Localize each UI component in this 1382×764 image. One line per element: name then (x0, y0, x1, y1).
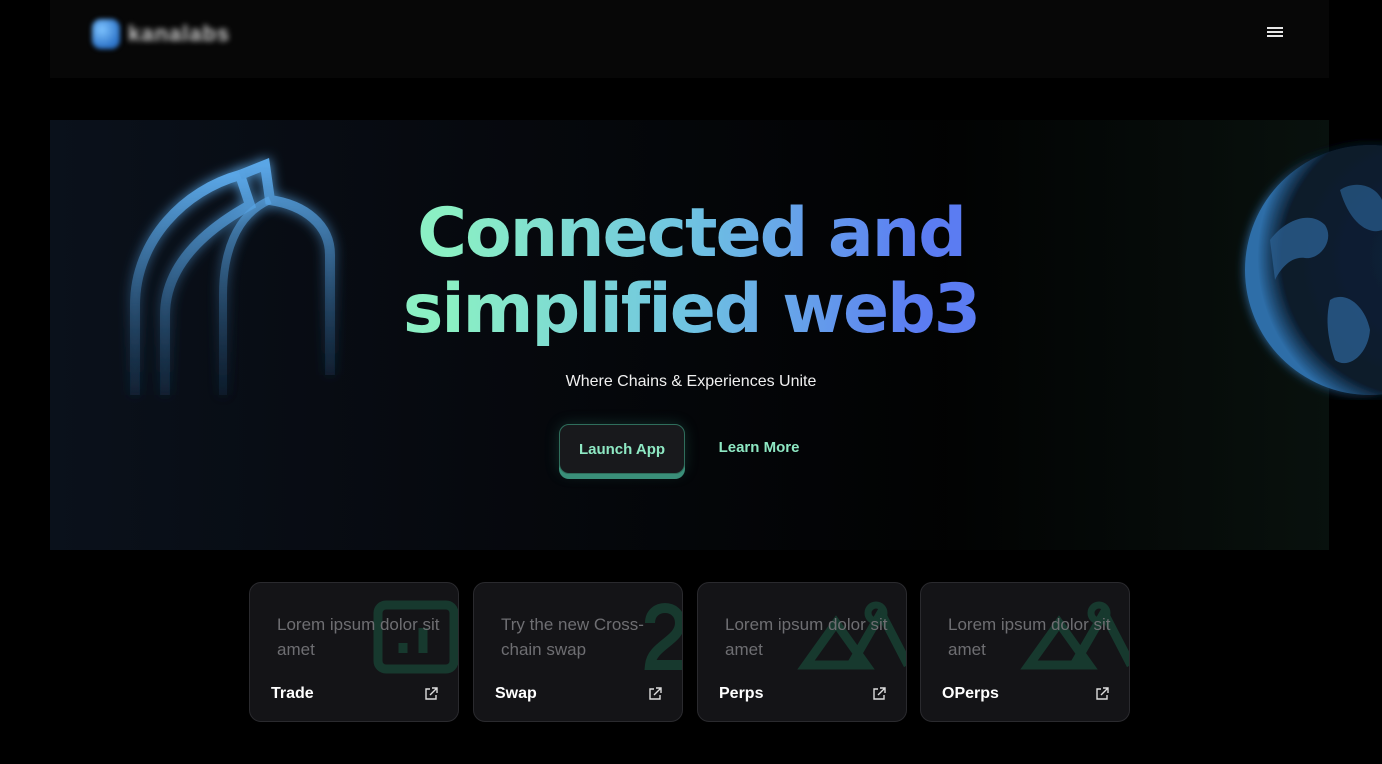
headline-line-2: simplified web3 (391, 272, 991, 348)
hamburger-menu-icon[interactable] (1267, 27, 1283, 39)
card-operps[interactable]: Lorem ipsum dolor sit amet OPerps (920, 582, 1130, 722)
card-title: Trade (271, 685, 314, 702)
card-swap[interactable]: Try the new Cross-chain swap Swap (473, 582, 683, 722)
logo-icon[interactable] (92, 19, 120, 49)
globe-illustration (1245, 145, 1382, 395)
card-trade[interactable]: Lorem ipsum dolor sit amet Trade (249, 582, 459, 722)
card-description: Lorem ipsum dolor sit amet (948, 615, 1111, 659)
external-link-icon[interactable] (872, 687, 886, 701)
logo-text[interactable]: kanalabs (128, 22, 230, 46)
card-title: Swap (495, 685, 537, 702)
launch-app-button[interactable]: Launch App (559, 424, 685, 474)
card-perps[interactable]: Lorem ipsum dolor sit amet Perps (697, 582, 907, 722)
card-description: Lorem ipsum dolor sit amet (277, 615, 440, 659)
learn-more-link[interactable]: Learn More (711, 439, 807, 456)
external-link-icon[interactable] (424, 687, 438, 701)
card-title: OPerps (942, 685, 999, 702)
top-navbar (50, 0, 1329, 78)
card-description: Try the new Cross-chain swap (501, 615, 644, 659)
hero-subtitle: Where Chains & Experiences Unite (565, 373, 817, 390)
headline-line-1: Connected and (391, 196, 991, 272)
card-title: Perps (719, 685, 764, 702)
card-description: Lorem ipsum dolor sit amet (725, 615, 888, 659)
hero-headline: Connected and simplified web3 (391, 196, 991, 348)
external-link-icon[interactable] (648, 687, 662, 701)
glowing-arch-illustration (130, 157, 335, 395)
external-link-icon[interactable] (1095, 687, 1109, 701)
